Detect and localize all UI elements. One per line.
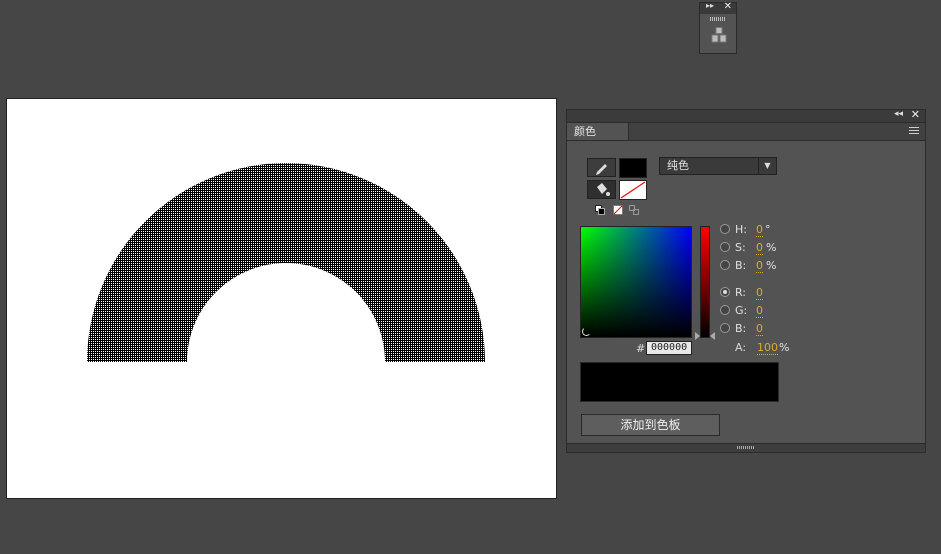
boxes-icon[interactable] xyxy=(711,27,727,43)
close-icon[interactable]: ✕ xyxy=(911,108,920,121)
hue-unit: ° xyxy=(765,223,771,236)
panel-resize-bar[interactable] xyxy=(567,443,925,452)
stroke-swatch[interactable] xyxy=(619,158,647,178)
stroke-color-button[interactable] xyxy=(587,158,616,177)
brightness-label: B: xyxy=(735,259,747,272)
blue-label: B: xyxy=(735,322,747,335)
fill-type-dropdown[interactable]: 纯色 ▼ xyxy=(659,157,777,175)
hue-value[interactable]: 0 xyxy=(756,223,763,237)
black-white-icon[interactable] xyxy=(595,205,605,215)
hex-label: # xyxy=(636,342,646,355)
paint-bucket-icon xyxy=(597,183,610,196)
collapse-icon[interactable]: ◂◂ xyxy=(894,109,903,119)
grip-handle[interactable] xyxy=(710,17,726,21)
radio-red[interactable] xyxy=(720,287,730,297)
hue-label: H: xyxy=(735,223,747,236)
fill-type-value: 纯色 xyxy=(667,159,689,172)
green-label: G: xyxy=(735,304,748,317)
red-label: R: xyxy=(735,286,747,299)
green-value[interactable]: 0 xyxy=(756,304,763,318)
brightness-unit: % xyxy=(766,259,777,272)
field-alpha: A: 100 % xyxy=(735,341,789,355)
fill-color-button[interactable] xyxy=(587,180,616,199)
hex-input[interactable]: 000000 xyxy=(646,341,692,355)
picker-cursor[interactable] xyxy=(582,327,591,336)
radio-green[interactable] xyxy=(720,305,730,315)
add-to-swatches-button[interactable]: 添加到色板 xyxy=(581,414,720,436)
alpha-value[interactable]: 100 xyxy=(757,341,778,355)
blue-value[interactable]: 0 xyxy=(756,322,763,336)
pencil-icon xyxy=(596,164,607,175)
saturation-value[interactable]: 0 xyxy=(756,241,763,255)
panel-titlebar[interactable]: ◂◂ ✕ xyxy=(567,108,925,123)
tab-color[interactable]: 颜色 xyxy=(567,123,629,140)
color-picker-field[interactable] xyxy=(580,226,692,338)
alpha-unit: % xyxy=(779,341,790,354)
chevron-down-icon[interactable]: ▼ xyxy=(758,158,776,174)
hue-slider[interactable] xyxy=(700,226,710,338)
saturation-unit: % xyxy=(766,241,777,254)
close-icon[interactable]: ✕ xyxy=(724,1,732,12)
red-value[interactable]: 0 xyxy=(756,286,763,300)
saturation-label: S: xyxy=(735,241,746,254)
mini-panel-titlebar[interactable]: ▸▸ ✕ xyxy=(700,1,736,14)
brightness-value[interactable]: 0 xyxy=(756,259,763,273)
no-color-slash-icon xyxy=(620,181,646,199)
stage-canvas[interactable] xyxy=(6,98,557,499)
tab-bar: 颜色 xyxy=(567,123,925,141)
resize-grip[interactable] xyxy=(737,446,755,449)
panel-menu-icon[interactable] xyxy=(909,127,919,135)
radio-blue[interactable] xyxy=(720,323,730,333)
alpha-label: A: xyxy=(735,341,747,354)
swap-colors-icon[interactable] xyxy=(629,205,639,215)
floating-mini-panel: ▸▸ ✕ xyxy=(699,1,737,54)
color-panel: ◂◂ ✕ 颜色 纯色 ▼ H: 0 ° S: 0 % B: 0 % R: 0 G… xyxy=(566,108,926,453)
expand-icon[interactable]: ▸▸ xyxy=(706,1,714,10)
fill-swatch-none[interactable] xyxy=(619,180,647,200)
radio-hue[interactable] xyxy=(720,224,730,234)
color-preview xyxy=(580,362,779,402)
radio-brightness[interactable] xyxy=(720,260,730,270)
slider-right-arrow-icon[interactable] xyxy=(710,332,715,340)
radio-saturation[interactable] xyxy=(720,242,730,252)
slider-left-arrow-icon[interactable] xyxy=(695,332,700,340)
no-color-icon[interactable] xyxy=(613,205,623,215)
half-ring-shape[interactable] xyxy=(7,99,558,500)
